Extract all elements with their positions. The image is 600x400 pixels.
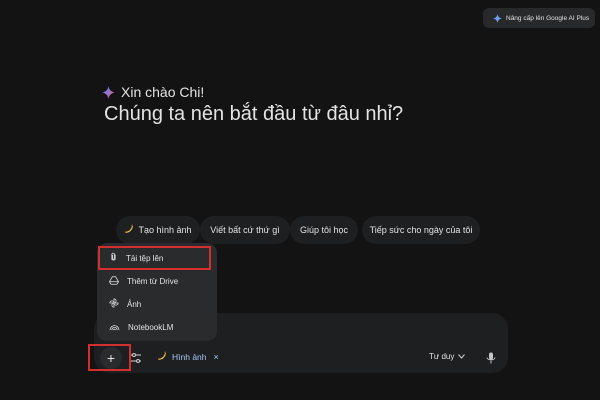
tools-sliders-icon[interactable] <box>130 351 142 364</box>
close-icon[interactable]: × <box>214 352 219 362</box>
banana-icon <box>124 224 134 236</box>
mode-selector[interactable]: Tư duy <box>429 352 466 361</box>
microphone-icon[interactable] <box>486 351 496 364</box>
notebooklm-icon <box>109 322 120 333</box>
active-tool-chip[interactable]: Hình ảnh × <box>157 351 219 363</box>
page-title: Chúng ta nên bắt đầu từ đâu nhỉ? <box>104 103 404 125</box>
drive-icon <box>108 275 120 287</box>
menu-item-label: Thêm từ Drive <box>127 276 179 286</box>
chip-create-image[interactable]: Tạo hình ảnh <box>116 216 200 244</box>
chip-label: Tạo hình ảnh <box>138 225 192 235</box>
menu-item-label: NotebookLM <box>128 322 174 332</box>
chip-label: Giúp tôi học <box>299 225 349 235</box>
chip-help-me-learn[interactable]: Giúp tôi học <box>290 216 358 244</box>
chip-write-anything[interactable]: Viết bất cứ thứ gì <box>200 216 290 244</box>
gemini-spark-icon <box>493 13 502 23</box>
gemini-spark-icon <box>102 85 115 99</box>
greeting: Xin chào Chi! <box>102 84 204 100</box>
active-tool-label: Hình ảnh <box>172 352 207 362</box>
menu-item-notebooklm[interactable]: NotebookLM <box>97 316 217 338</box>
chevron-down-icon <box>458 352 466 361</box>
greeting-text: Xin chào Chi! <box>121 84 205 100</box>
annotation-highlight-upload <box>98 246 211 270</box>
chip-label: Viết bất cứ thứ gì <box>210 225 280 235</box>
photos-icon <box>109 298 119 310</box>
menu-item-photos[interactable]: Ảnh <box>97 293 217 315</box>
upgrade-label: Nâng cấp lên Google AI Plus <box>506 14 590 22</box>
banana-icon <box>157 351 167 363</box>
annotation-highlight-plus <box>88 344 131 371</box>
chip-boost-my-day[interactable]: Tiếp sức cho ngày của tôi <box>362 216 480 244</box>
chip-label: Tiếp sức cho ngày của tôi <box>369 225 473 235</box>
menu-item-label: Ảnh <box>127 299 142 309</box>
upgrade-button[interactable]: Nâng cấp lên Google AI Plus <box>483 8 595 28</box>
menu-item-add-from-drive[interactable]: Thêm từ Drive <box>97 270 217 292</box>
mode-label: Tư duy <box>429 352 455 361</box>
